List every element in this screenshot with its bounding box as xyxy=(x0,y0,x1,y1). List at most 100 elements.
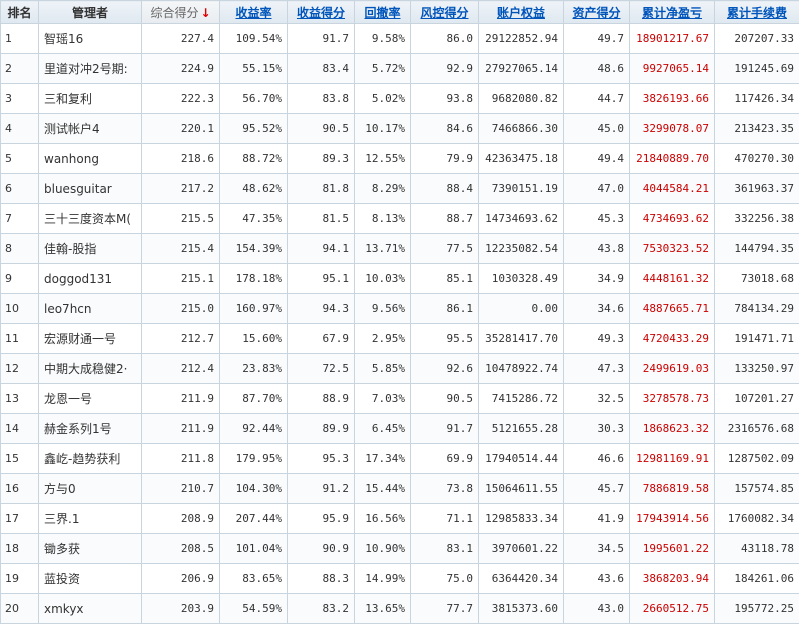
cell-net-pnl: 21840889.70 xyxy=(629,143,715,174)
cell-return-rate: 104.30% xyxy=(219,473,288,504)
cell-asset-score: 49.4 xyxy=(563,143,630,174)
cell-asset-score: 43.6 xyxy=(563,563,630,594)
cell-asset-score: 45.3 xyxy=(563,203,630,234)
cell-score: 212.4 xyxy=(141,353,220,384)
header-net-pnl-link[interactable]: 累计净盈亏 xyxy=(629,0,715,24)
cell-drawdown: 7.03% xyxy=(354,383,411,414)
cell-return-score: 94.1 xyxy=(287,233,355,264)
header-return-score-link[interactable]: 收益得分 xyxy=(287,0,355,24)
cell-rank: 12 xyxy=(0,353,39,384)
cell-equity: 27927065.14 xyxy=(478,53,564,84)
cell-drawdown: 13.65% xyxy=(354,593,411,624)
header-equity-link[interactable]: 账户权益 xyxy=(478,0,564,24)
cell-return-score: 81.5 xyxy=(287,203,355,234)
cell-rank: 10 xyxy=(0,293,39,324)
cell-return-rate: 207.44% xyxy=(219,503,288,534)
cell-risk-score: 83.1 xyxy=(410,533,479,564)
cell-risk-score: 95.5 xyxy=(410,323,479,354)
cell-equity: 12985833.34 xyxy=(478,503,564,534)
table-row: 7 三十三度资本M(215.5 47.35% 81.5 8.13% 88.7 1473469… xyxy=(0,203,799,234)
cell-equity: 1030328.49 xyxy=(478,263,564,294)
cell-rank: 14 xyxy=(0,413,39,444)
table-row: 6 bluesguitar 217.2 48.62% 81.8 8.29% 88.4 7390… xyxy=(0,173,799,204)
cell-risk-score: 73.8 xyxy=(410,473,479,504)
cell-score: 224.9 xyxy=(141,53,220,84)
cell-asset-score: 47.0 xyxy=(563,173,630,204)
cell-return-rate: 87.70% xyxy=(219,383,288,414)
cell-equity: 10478922.74 xyxy=(478,353,564,384)
cell-manager: 方与0 xyxy=(38,473,142,504)
cell-manager: doggod131 xyxy=(38,263,142,294)
header-fees-link[interactable]: 累计手续费 xyxy=(714,0,799,24)
cell-return-score: 94.3 xyxy=(287,293,355,324)
header-manager: 管理者 xyxy=(38,0,142,24)
cell-drawdown: 8.29% xyxy=(354,173,411,204)
cell-rank: 15 xyxy=(0,443,39,474)
cell-manager: leo7hcn xyxy=(38,293,142,324)
cell-manager: xmkyx xyxy=(38,593,142,624)
header-drawdown-link[interactable]: 回撤率 xyxy=(354,0,411,24)
cell-risk-score: 88.7 xyxy=(410,203,479,234)
cell-drawdown: 14.99% xyxy=(354,563,411,594)
cell-score: 222.3 xyxy=(141,83,220,114)
header-risk-score-link[interactable]: 风控得分 xyxy=(410,0,479,24)
cell-return-rate: 154.39% xyxy=(219,233,288,264)
cell-asset-score: 45.7 xyxy=(563,473,630,504)
header-asset-score-link[interactable]: 资产得分 xyxy=(563,0,630,24)
cell-rank: 13 xyxy=(0,383,39,414)
cell-equity: 3815373.60 xyxy=(478,593,564,624)
cell-net-pnl: 2499619.03 xyxy=(629,353,715,384)
cell-fees: 107201.27 xyxy=(714,383,799,414)
cell-return-score: 67.9 xyxy=(287,323,355,354)
cell-rank: 11 xyxy=(0,323,39,354)
cell-score: 212.7 xyxy=(141,323,220,354)
cell-drawdown: 15.44% xyxy=(354,473,411,504)
cell-score: 218.6 xyxy=(141,143,220,174)
cell-manager: bluesguitar xyxy=(38,173,142,204)
cell-manager: 智瑶16 xyxy=(38,23,142,54)
cell-asset-score: 49.3 xyxy=(563,323,630,354)
cell-fees: 1760082.34 xyxy=(714,503,799,534)
cell-net-pnl: 1868623.32 xyxy=(629,413,715,444)
cell-asset-score: 43.0 xyxy=(563,593,630,624)
cell-return-score: 89.3 xyxy=(287,143,355,174)
cell-return-score: 81.8 xyxy=(287,173,355,204)
cell-manager: wanhong xyxy=(38,143,142,174)
cell-rank: 18 xyxy=(0,533,39,564)
cell-return-rate: 95.52% xyxy=(219,113,288,144)
header-return-rate-link[interactable]: 收益率 xyxy=(219,0,288,24)
cell-score: 210.7 xyxy=(141,473,220,504)
table-body: 1 智瑶16 227.4 109.54% 91.7 9.58% 86.0 29122852.9… xyxy=(0,23,799,624)
cell-asset-score: 34.9 xyxy=(563,263,630,294)
cell-risk-score: 69.9 xyxy=(410,443,479,474)
cell-return-score: 90.9 xyxy=(287,533,355,564)
cell-fees: 195772.25 xyxy=(714,593,799,624)
cell-score: 206.9 xyxy=(141,563,220,594)
cell-score: 220.1 xyxy=(141,113,220,144)
cell-fees: 184261.06 xyxy=(714,563,799,594)
cell-fees: 144794.35 xyxy=(714,233,799,264)
cell-return-rate: 83.65% xyxy=(219,563,288,594)
cell-return-score: 83.8 xyxy=(287,83,355,114)
cell-drawdown: 17.34% xyxy=(354,443,411,474)
cell-score: 215.5 xyxy=(141,203,220,234)
cell-drawdown: 12.55% xyxy=(354,143,411,174)
cell-return-score: 91.2 xyxy=(287,473,355,504)
cell-risk-score: 90.5 xyxy=(410,383,479,414)
header-score-sorted[interactable]: 综合得分 ↓ xyxy=(141,0,220,24)
cell-drawdown: 9.58% xyxy=(354,23,411,54)
cell-rank: 1 xyxy=(0,23,39,54)
cell-risk-score: 91.7 xyxy=(410,413,479,444)
cell-net-pnl: 4734693.62 xyxy=(629,203,715,234)
cell-fees: 73018.68 xyxy=(714,263,799,294)
cell-equity: 5121655.28 xyxy=(478,413,564,444)
cell-fees: 191471.71 xyxy=(714,323,799,354)
table-row: 2 里道对冲2号期: 224.9 55.15% 83.4 5.72% 92.9 2792706… xyxy=(0,53,799,84)
cell-equity: 9682080.82 xyxy=(478,83,564,114)
cell-return-rate: 56.70% xyxy=(219,83,288,114)
table-row: 18 锄多获 208.5 101.04% 90.9 10.90% 83.1 3970601.2… xyxy=(0,533,799,564)
cell-manager: 龙恩一号 xyxy=(38,383,142,414)
table-row: 15 鑫屹-趋势获利 211.8 179.95% 95.3 17.34% 69.9 17940… xyxy=(0,443,799,474)
cell-asset-score: 41.9 xyxy=(563,503,630,534)
cell-rank: 5 xyxy=(0,143,39,174)
